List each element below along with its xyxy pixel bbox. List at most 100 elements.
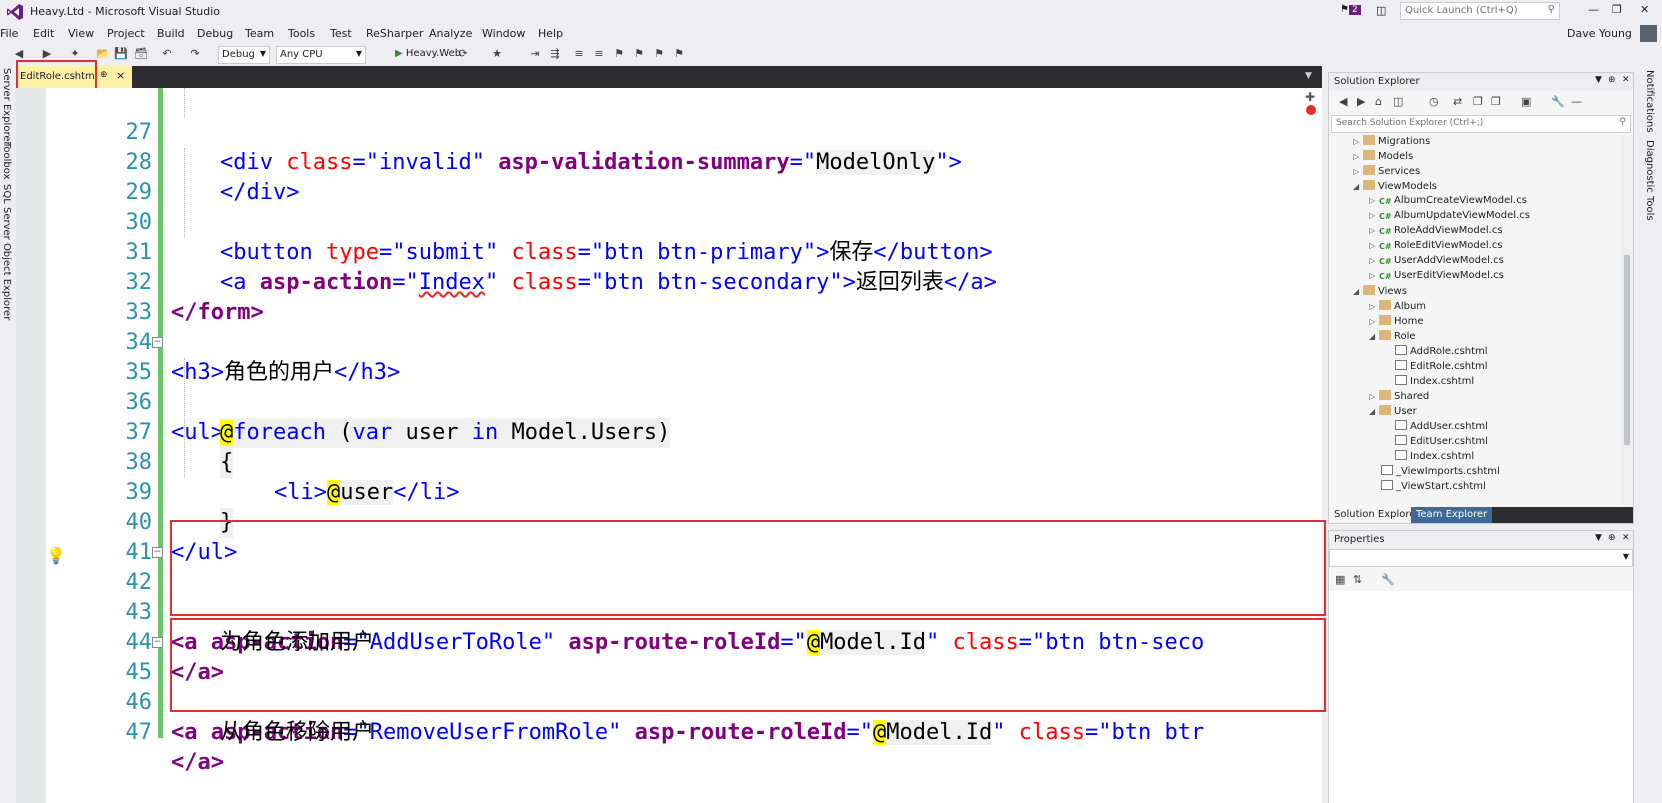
tree-item-album[interactable]: ▷ Album xyxy=(1369,300,1426,315)
feedback-icon[interactable]: ◫ xyxy=(1376,4,1386,17)
pin-icon[interactable]: ⊕ xyxy=(1608,533,1616,543)
collapse-icon[interactable]: ◢ xyxy=(1369,332,1379,341)
expand-icon[interactable]: ▷ xyxy=(1369,271,1379,280)
collapse-icon[interactable]: − xyxy=(152,637,163,648)
expand-icon[interactable]: ▷ xyxy=(1369,317,1379,326)
collapse-icon[interactable]: − xyxy=(152,547,163,558)
sync-icon[interactable]: ⇄ xyxy=(1453,95,1462,108)
pin-icon[interactable]: ⊕ xyxy=(1608,75,1616,85)
tree-item-role[interactable]: ◢ Role xyxy=(1369,330,1416,345)
tree-item-shared[interactable]: ▷ Shared xyxy=(1369,390,1429,405)
tree-item-models[interactable]: ▷ Models xyxy=(1353,150,1413,165)
tree-item-file[interactable]: ▷ C# AlbumUpdateViewModel.cs xyxy=(1369,210,1530,225)
expand-icon[interactable]: ▷ xyxy=(1369,256,1379,265)
expand-icon[interactable]: ▷ xyxy=(1369,196,1379,205)
tree-item-file[interactable]: EditRole.cshtml xyxy=(1395,360,1488,375)
menu-window[interactable]: Window xyxy=(482,27,525,40)
menu-project[interactable]: Project xyxy=(107,27,145,40)
menu-view[interactable]: View xyxy=(68,27,94,40)
tree-item-file[interactable]: AddRole.cshtml xyxy=(1395,345,1488,360)
switch-views-icon[interactable]: ◫ xyxy=(1393,95,1403,108)
menu-team[interactable]: Team xyxy=(245,27,274,40)
expand-icon[interactable]: ▷ xyxy=(1369,241,1379,250)
navigate-back-icon[interactable]: ◀ xyxy=(12,47,26,61)
tree-item-file[interactable]: ▷ C# AlbumCreateViewModel.cs xyxy=(1369,195,1527,210)
clear-bookmarks-icon[interactable]: ⚑ xyxy=(672,47,686,61)
solution-explorer-search[interactable]: Search Solution Explorer (Ctrl+;) ⚲ xyxy=(1331,115,1631,133)
close-window-button[interactable]: ✕ xyxy=(1640,3,1649,16)
browser-link-icon[interactable]: ★ xyxy=(490,47,504,61)
next-bookmark-icon[interactable]: ⚑ xyxy=(652,47,666,61)
undo-icon[interactable]: ↶ xyxy=(160,47,174,61)
tree-item-user[interactable]: ◢ User xyxy=(1369,405,1417,420)
quick-launch-input[interactable]: Quick Launch (Ctrl+Q) ⚲ xyxy=(1400,2,1560,20)
tree-item-file[interactable]: ▷ C# UserEditViewModel.cs xyxy=(1369,270,1504,285)
expand-icon[interactable]: ▷ xyxy=(1369,302,1379,311)
tab-toolbox[interactable]: Toolbox xyxy=(1,142,12,180)
notifications-icon[interactable]: ⚑ 2 xyxy=(1340,4,1361,15)
tree-item-file[interactable]: Index.cshtml xyxy=(1395,375,1474,390)
configuration-select[interactable]: Debug ▼ xyxy=(218,46,270,64)
collapse-icon[interactable]: ◢ xyxy=(1353,287,1363,296)
preview-selected-icon[interactable]: ▣ xyxy=(1521,95,1531,108)
close-icon[interactable]: ✕ xyxy=(1622,533,1630,543)
tree-item-file[interactable]: _ViewImports.cshtml xyxy=(1381,465,1500,480)
tree-item-viewmodels[interactable]: ◢ ViewModels xyxy=(1353,180,1437,195)
prev-bookmark-icon[interactable]: ⚑ xyxy=(632,47,646,61)
expand-icon[interactable]: ▷ xyxy=(1369,226,1379,235)
tree-item-file[interactable]: ▷ C# RoleAddViewModel.cs xyxy=(1369,225,1503,240)
panel-menu-icon[interactable]: ▼ xyxy=(1595,75,1602,85)
expand-icon[interactable]: ▷ xyxy=(1369,211,1379,220)
navigate-forward-icon[interactable]: ▶ xyxy=(40,47,54,61)
menu-resharper[interactable]: ReSharper xyxy=(366,27,423,40)
expand-icon[interactable]: ▷ xyxy=(1353,167,1363,176)
menu-help[interactable]: Help xyxy=(538,27,563,40)
home-icon[interactable]: ⌂ xyxy=(1375,95,1382,108)
tree-item-file[interactable]: Index.cshtml xyxy=(1395,450,1474,465)
tree-item-file[interactable]: _ViewStart.cshtml xyxy=(1381,480,1486,495)
tree-item-home[interactable]: ▷ Home xyxy=(1369,315,1424,330)
tab-overflow-dropdown-icon[interactable]: ▼ xyxy=(1305,71,1312,81)
save-all-icon[interactable]: 🗃 xyxy=(134,47,148,61)
tree-item-migrations[interactable]: ▷ Migrations xyxy=(1353,135,1430,150)
step-icon[interactable]: ⇥ xyxy=(528,47,542,61)
alphabetical-icon[interactable]: ⇅ xyxy=(1353,573,1362,586)
tree-item-services[interactable]: ▷ Services xyxy=(1353,165,1420,180)
platform-select[interactable]: Any CPU ▼ xyxy=(276,46,366,64)
menu-debug[interactable]: Debug xyxy=(197,27,233,40)
scroll-thumb[interactable] xyxy=(1624,255,1630,445)
step-over-icon[interactable]: ⇶ xyxy=(548,47,562,61)
maximize-button[interactable]: ❐ xyxy=(1612,3,1622,16)
menu-analyze[interactable]: Analyze xyxy=(429,27,472,40)
collapse-all-icon[interactable]: ❐ xyxy=(1473,95,1483,108)
properties-object-select[interactable]: ▼ xyxy=(1329,549,1633,567)
new-project-icon[interactable]: ✦ xyxy=(68,47,82,61)
show-all-files-icon[interactable]: ❐ xyxy=(1491,95,1501,108)
bookmark-icon[interactable]: ⚑ xyxy=(612,47,626,61)
tab-server-explorer[interactable]: Server Explorer xyxy=(1,68,12,146)
collapse-icon[interactable]: ◢ xyxy=(1369,407,1379,416)
redo-icon[interactable]: ↷ xyxy=(188,47,202,61)
menu-file[interactable]: File xyxy=(0,27,18,40)
tree-item-file[interactable]: AddUser.cshtml xyxy=(1395,420,1488,435)
forward-icon[interactable]: ▶ xyxy=(1357,95,1365,108)
tree-item-views[interactable]: ◢ Views xyxy=(1353,285,1407,300)
properties-icon[interactable]: 🔧 xyxy=(1551,95,1565,108)
close-icon[interactable]: ✕ xyxy=(1622,75,1630,85)
pending-changes-icon[interactable]: ◷ xyxy=(1429,95,1439,108)
collapse-icon[interactable]: − xyxy=(152,337,163,348)
signed-in-user[interactable]: Dave Young xyxy=(1567,27,1632,40)
panel-menu-icon[interactable]: ▼ xyxy=(1595,533,1602,543)
menu-edit[interactable]: Edit xyxy=(33,27,54,40)
split-editor-icon[interactable]: ✚ xyxy=(1305,90,1315,104)
categorized-icon[interactable]: ▦ xyxy=(1335,573,1345,586)
indent-icon[interactable]: ≡ xyxy=(572,47,586,61)
property-pages-icon[interactable]: 🔧 xyxy=(1381,573,1395,586)
tab-diagnostic-tools[interactable]: Diagnostic Tools xyxy=(1644,140,1655,221)
refresh-icon[interactable]: ⟳ xyxy=(456,47,470,61)
run-button[interactable]: ▶ Heavy.Web xyxy=(395,48,461,59)
menu-build[interactable]: Build xyxy=(157,27,185,40)
collapse-icon[interactable]: ◢ xyxy=(1353,182,1363,191)
tree-item-file[interactable]: ▷ C# UserAddViewModel.cs xyxy=(1369,255,1504,270)
tab-team-explorer[interactable]: Team Explorer xyxy=(1411,507,1493,523)
